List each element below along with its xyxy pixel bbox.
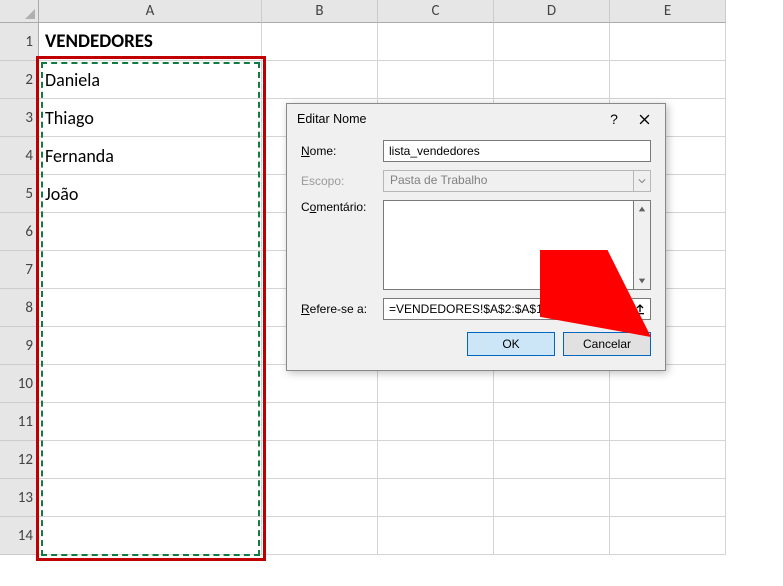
scroll-up-icon <box>638 205 646 213</box>
row-header-5[interactable]: 5 <box>0 175 39 213</box>
cell-D2[interactable] <box>494 61 610 99</box>
cell-A3[interactable]: Thiago <box>39 99 262 137</box>
cancel-button[interactable]: Cancelar <box>563 332 651 356</box>
row-header-9[interactable]: 9 <box>0 327 39 365</box>
cell-E14[interactable] <box>610 517 726 555</box>
cell-E12[interactable] <box>610 441 726 479</box>
column-header-A[interactable]: A <box>39 0 262 23</box>
cell-A10[interactable] <box>39 365 262 403</box>
column-header-E[interactable]: E <box>610 0 726 23</box>
cell-C1[interactable] <box>378 23 494 61</box>
cell-C12[interactable] <box>378 441 494 479</box>
cell-A11[interactable] <box>39 403 262 441</box>
row-header-11[interactable]: 11 <box>0 403 39 441</box>
collapse-dialog-button[interactable] <box>629 298 651 320</box>
row-header-14[interactable]: 14 <box>0 517 39 555</box>
cell-D13[interactable] <box>494 479 610 517</box>
cell-D11[interactable] <box>494 403 610 441</box>
cell-A7[interactable] <box>39 251 262 289</box>
cell-A1[interactable]: VENDEDORES <box>39 23 262 61</box>
row-header-6[interactable]: 6 <box>0 213 39 251</box>
cell-D14[interactable] <box>494 517 610 555</box>
cell-C2[interactable] <box>378 61 494 99</box>
refers-to-input[interactable] <box>383 298 626 320</box>
cell-D1[interactable] <box>494 23 610 61</box>
scope-combo-button <box>633 170 651 192</box>
row-header-2[interactable]: 2 <box>0 61 39 99</box>
select-all-corner[interactable] <box>0 0 39 23</box>
cell-B2[interactable] <box>262 61 378 99</box>
dialog-close-button[interactable] <box>629 107 659 131</box>
dialog-title: Editar Nome <box>297 112 599 126</box>
cell-C14[interactable] <box>378 517 494 555</box>
column-header-C[interactable]: C <box>378 0 494 23</box>
chevron-down-icon <box>638 177 646 185</box>
cell-A12[interactable] <box>39 441 262 479</box>
cell-B14[interactable] <box>262 517 378 555</box>
close-icon <box>639 114 650 125</box>
comment-scrollbar[interactable] <box>634 200 651 290</box>
edit-name-dialog: Editar Nome ? Nome: Escopo: Pasta de Tra… <box>286 103 666 371</box>
row-header-4[interactable]: 4 <box>0 137 39 175</box>
cell-A5[interactable]: João <box>39 175 262 213</box>
cell-B1[interactable] <box>262 23 378 61</box>
comment-label: Comentário: <box>301 200 383 214</box>
name-input[interactable] <box>383 140 651 162</box>
cell-A9[interactable] <box>39 327 262 365</box>
row-header-12[interactable]: 12 <box>0 441 39 479</box>
cell-A2[interactable]: Daniela <box>39 61 262 99</box>
row-header-1[interactable]: 1 <box>0 23 39 61</box>
column-header-B[interactable]: B <box>262 0 378 23</box>
row-header-3[interactable]: 3 <box>0 99 39 137</box>
cell-E2[interactable] <box>610 61 726 99</box>
cell-E13[interactable] <box>610 479 726 517</box>
refers-to-label: Refere-se a: <box>301 302 383 316</box>
cell-A13[interactable] <box>39 479 262 517</box>
column-header-D[interactable]: D <box>494 0 610 23</box>
cell-E11[interactable] <box>610 403 726 441</box>
cell-A4[interactable]: Fernanda <box>39 137 262 175</box>
cell-B12[interactable] <box>262 441 378 479</box>
row-header-8[interactable]: 8 <box>0 289 39 327</box>
cell-C13[interactable] <box>378 479 494 517</box>
cell-A6[interactable] <box>39 213 262 251</box>
collapse-icon <box>634 303 646 315</box>
cell-B13[interactable] <box>262 479 378 517</box>
scope-label: Escopo: <box>301 174 383 188</box>
scroll-down-icon <box>638 277 646 285</box>
cell-D12[interactable] <box>494 441 610 479</box>
dialog-help-button[interactable]: ? <box>599 107 629 131</box>
row-header-7[interactable]: 7 <box>0 251 39 289</box>
cell-B11[interactable] <box>262 403 378 441</box>
scope-combo-value: Pasta de Trabalho <box>383 170 633 192</box>
name-label: Nome: <box>301 144 383 158</box>
cell-C11[interactable] <box>378 403 494 441</box>
cell-A14[interactable] <box>39 517 262 555</box>
cell-E1[interactable] <box>610 23 726 61</box>
row-header-10[interactable]: 10 <box>0 365 39 403</box>
ok-button[interactable]: OK <box>467 332 555 356</box>
cell-A8[interactable] <box>39 289 262 327</box>
row-header-13[interactable]: 13 <box>0 479 39 517</box>
comment-textarea[interactable] <box>383 200 634 290</box>
